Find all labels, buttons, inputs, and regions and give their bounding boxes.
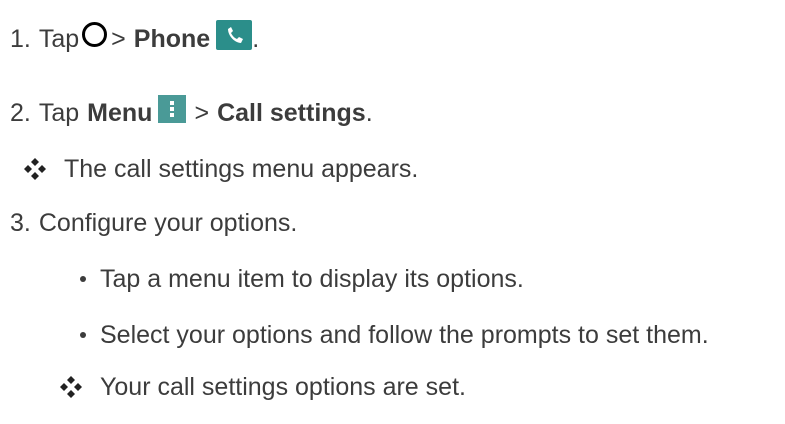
separator: > [194, 99, 210, 127]
home-circle-icon [82, 21, 108, 47]
result-2: Your call settings options are set. [58, 372, 466, 402]
result-1: The call settings menu appears. [22, 154, 418, 184]
step-number: 1. [10, 25, 31, 53]
bullet-item-2: Select your options and follow the promp… [80, 320, 709, 350]
step-number: 3. [10, 209, 31, 237]
bullet-text: Select your options and follow the promp… [100, 321, 709, 349]
step-1: 1. Tap > Phone . [10, 20, 260, 54]
step-text: Configure your options. [38, 209, 298, 237]
menu-label: Menu [87, 99, 153, 127]
bullet-text: Tap a menu item to display its options. [100, 265, 524, 293]
step-number: 2. [10, 99, 31, 127]
period: . [252, 25, 260, 53]
period: . [365, 99, 373, 127]
separator: > [111, 25, 126, 53]
result-text: The call settings menu appears. [64, 155, 419, 183]
bullet-dot [80, 276, 86, 282]
diamond-bullet-icon [24, 158, 46, 180]
bullet-dot [80, 332, 86, 338]
menu-dots-icon [158, 95, 187, 123]
phone-label: Phone [133, 25, 211, 53]
result-text: Your call settings options are set. [100, 373, 466, 401]
step-3: 3. Configure your options. [10, 208, 297, 238]
tap-text: Tap [38, 25, 80, 53]
step-2: 2. Tap Menu > Call settings . [10, 95, 373, 128]
tap-text: Tap [38, 99, 80, 127]
phone-app-icon [216, 20, 253, 50]
call-settings-label: Call settings [217, 99, 366, 127]
bullet-item-1: Tap a menu item to display its options. [80, 264, 524, 294]
diamond-bullet-icon [60, 376, 82, 398]
